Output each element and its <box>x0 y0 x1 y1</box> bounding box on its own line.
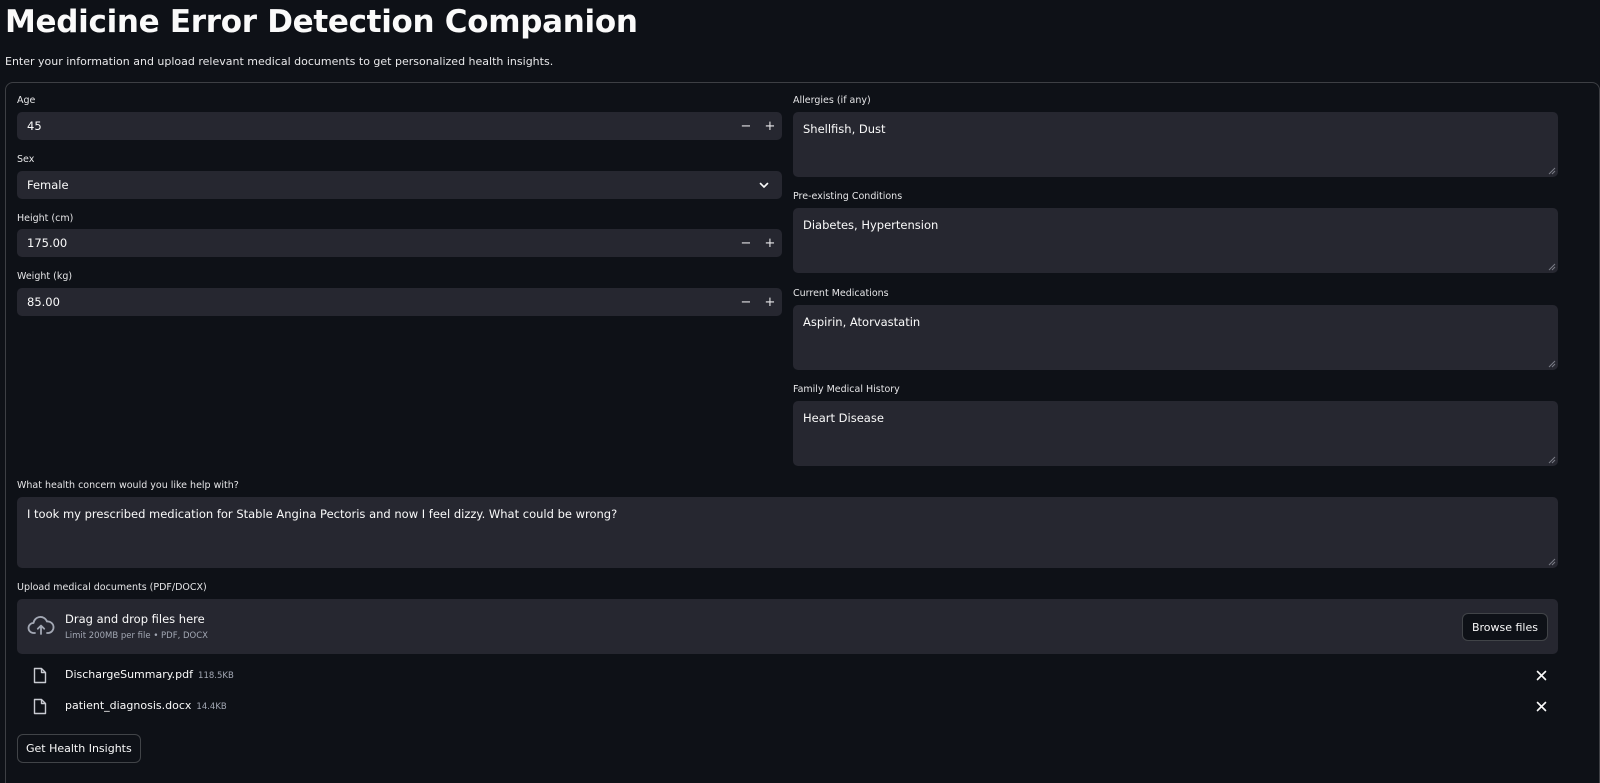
medications-value: Aspirin, Atorvastatin <box>803 315 921 329</box>
family-history-textarea[interactable]: Heart Disease <box>793 401 1558 466</box>
resize-handle-icon[interactable] <box>1548 167 1556 175</box>
conditions-value: Diabetes, Hypertension <box>803 218 939 232</box>
uploader-label: Upload medical documents (PDF/DOCX) <box>17 582 207 593</box>
close-icon[interactable] <box>1535 700 1548 713</box>
allergies-textarea[interactable]: Shellfish, Dust <box>793 112 1558 177</box>
height-label: Height (cm) <box>17 213 74 224</box>
weight-decrement-button[interactable]: − <box>734 288 758 316</box>
medications-label: Current Medications <box>793 288 889 299</box>
chevron-down-icon <box>759 182 769 188</box>
height-value: 175.00 <box>27 236 68 250</box>
uploaded-file-item: DischargeSummary.pdf 118.5KB <box>17 664 1558 688</box>
concern-label: What health concern would you like help … <box>17 480 239 491</box>
file-size: 118.5KB <box>198 671 234 681</box>
weight-increment-button[interactable]: + <box>758 288 782 316</box>
close-icon[interactable] <box>1535 669 1548 682</box>
page-subtitle: Enter your information and upload releva… <box>5 55 554 68</box>
uploaded-file-item: patient_diagnosis.docx 14.4KB <box>17 695 1558 719</box>
age-increment-button[interactable]: + <box>758 112 782 140</box>
cloud-upload-icon <box>27 616 55 635</box>
height-decrement-button[interactable]: − <box>734 229 758 257</box>
get-health-insights-button[interactable]: Get Health Insights <box>17 734 141 763</box>
height-input[interactable]: 175.00 − + <box>17 229 782 257</box>
resize-handle-icon[interactable] <box>1548 263 1556 271</box>
medications-textarea[interactable]: Aspirin, Atorvastatin <box>793 305 1558 370</box>
file-name: patient_diagnosis.docx <box>65 699 192 712</box>
weight-input[interactable]: 85.00 − + <box>17 288 782 316</box>
age-decrement-button[interactable]: − <box>734 112 758 140</box>
family-history-label: Family Medical History <box>793 384 900 395</box>
sex-selected-value: Female <box>27 178 69 192</box>
dropzone-instructions: Drag and drop files here <box>65 612 205 626</box>
app-page: Medicine Error Detection Companion Enter… <box>0 0 1600 783</box>
sex-label: Sex <box>17 154 35 165</box>
allergies-label: Allergies (if any) <box>793 95 871 106</box>
page-title: Medicine Error Detection Companion <box>5 4 638 40</box>
conditions-textarea[interactable]: Diabetes, Hypertension <box>793 208 1558 273</box>
age-input[interactable]: 45 − + <box>17 112 782 140</box>
file-size: 14.4KB <box>196 702 227 712</box>
concern-value: I took my prescribed medication for Stab… <box>27 507 618 521</box>
file-dropzone[interactable]: Drag and drop files here Limit 200MB per… <box>17 599 1558 654</box>
height-increment-button[interactable]: + <box>758 229 782 257</box>
weight-value: 85.00 <box>27 295 60 309</box>
age-label: Age <box>17 95 36 106</box>
conditions-label: Pre-existing Conditions <box>793 191 903 202</box>
resize-handle-icon[interactable] <box>1548 360 1556 368</box>
allergies-value: Shellfish, Dust <box>803 122 886 136</box>
file-name: DischargeSummary.pdf <box>65 668 194 681</box>
resize-handle-icon[interactable] <box>1548 558 1556 566</box>
browse-files-button[interactable]: Browse files <box>1461 613 1548 641</box>
sex-select[interactable]: Female <box>17 171 782 199</box>
resize-handle-icon[interactable] <box>1548 456 1556 464</box>
age-value: 45 <box>27 119 42 133</box>
concern-textarea[interactable]: I took my prescribed medication for Stab… <box>17 497 1558 568</box>
file-icon <box>33 667 47 684</box>
weight-label: Weight (kg) <box>17 271 73 282</box>
family-history-value: Heart Disease <box>803 411 884 425</box>
dropzone-limit: Limit 200MB per file • PDF, DOCX <box>65 631 209 641</box>
file-icon <box>33 698 47 715</box>
